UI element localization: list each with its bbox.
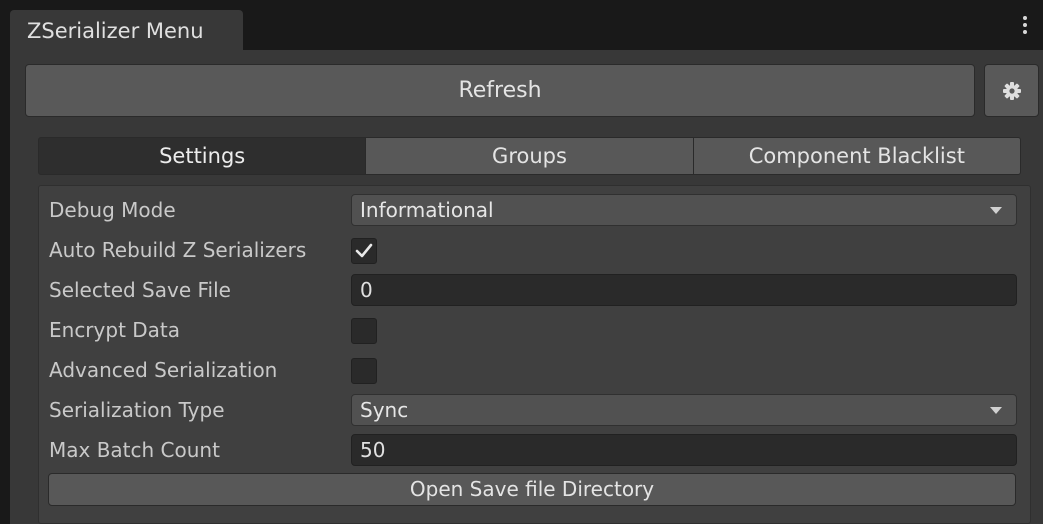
kebab-menu-icon[interactable] — [1018, 16, 1032, 40]
debug-mode-label: Debug Mode — [49, 198, 176, 222]
selected-save-file-row: Selected Save File 0 — [39, 272, 1030, 308]
tab-groups[interactable]: Groups — [365, 137, 694, 175]
max-batch-count-value: 50 — [360, 438, 386, 462]
checkmark-icon — [355, 243, 373, 258]
refresh-button[interactable]: Refresh — [25, 64, 975, 117]
advanced-serialization-label: Advanced Serialization — [49, 358, 278, 382]
max-batch-count-row: Max Batch Count 50 — [39, 432, 1030, 468]
serialization-type-label: Serialization Type — [49, 398, 225, 422]
debug-mode-value: Informational — [360, 198, 494, 222]
selected-save-file-label: Selected Save File — [49, 278, 231, 302]
encrypt-data-row: Encrypt Data — [39, 312, 1030, 348]
auto-rebuild-row: Auto Rebuild Z Serializers — [39, 232, 1030, 268]
window-tab[interactable]: ZSerializer Menu — [10, 10, 243, 50]
encrypt-data-label: Encrypt Data — [49, 318, 181, 342]
menu-panel: Refresh Settings Groups Component Blackl… — [10, 50, 1043, 524]
auto-rebuild-checkbox[interactable] — [351, 238, 377, 264]
gear-icon — [1003, 82, 1021, 100]
open-save-directory-button[interactable]: Open Save file Directory — [48, 473, 1016, 506]
max-batch-count-label: Max Batch Count — [49, 438, 220, 462]
tab-component-blacklist[interactable]: Component Blacklist — [692, 137, 1021, 175]
settings-button[interactable] — [984, 64, 1039, 117]
advanced-serialization-checkbox[interactable] — [351, 358, 377, 384]
tab-settings[interactable]: Settings — [38, 137, 367, 175]
editor-window: ZSerializer Menu Refresh Settings Groups… — [0, 0, 1043, 524]
triangle-down-icon — [990, 207, 1002, 214]
serialization-type-row: Serialization Type Sync — [39, 392, 1030, 428]
tab-bar: Settings Groups Component Blacklist — [38, 137, 1021, 175]
selected-save-file-value: 0 — [360, 278, 373, 302]
debug-mode-row: Debug Mode Informational — [39, 192, 1030, 228]
max-batch-count-field[interactable]: 50 — [351, 434, 1017, 466]
advanced-serialization-row: Advanced Serialization — [39, 352, 1030, 388]
serialization-type-dropdown[interactable]: Sync — [351, 394, 1017, 426]
triangle-down-icon — [990, 407, 1002, 414]
selected-save-file-field[interactable]: 0 — [351, 274, 1017, 306]
settings-content: Debug Mode Informational Auto Rebuild Z … — [38, 185, 1031, 524]
debug-mode-dropdown[interactable]: Informational — [351, 194, 1017, 226]
auto-rebuild-label: Auto Rebuild Z Serializers — [49, 238, 307, 262]
encrypt-data-checkbox[interactable] — [351, 318, 377, 344]
window-tab-title: ZSerializer Menu — [27, 19, 204, 43]
serialization-type-value: Sync — [360, 398, 409, 422]
